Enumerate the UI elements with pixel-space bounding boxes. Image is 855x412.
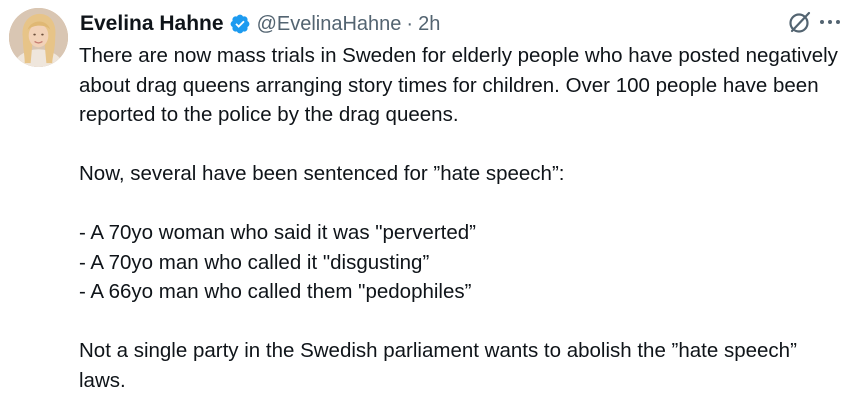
avatar-image: [9, 8, 68, 67]
separator-dot: ·: [406, 12, 414, 35]
tweet-body: There are now mass trials in Sweden for …: [79, 41, 839, 395]
tweet-paragraph-3: Not a single party in the Swedish parlia…: [79, 339, 797, 392]
list-item: - A 66yo man who called them "pedophiles…: [79, 280, 472, 303]
more-options-icon[interactable]: [815, 8, 845, 36]
author-handle[interactable]: @EvelinaHahne: [257, 13, 402, 36]
timestamp[interactable]: 2h: [418, 13, 440, 36]
avatar[interactable]: [9, 8, 68, 67]
tweet-paragraph-1: There are now mass trials in Sweden for …: [79, 44, 838, 126]
tweet: Evelina Hahne @EvelinaHahne · 2h There a…: [0, 0, 855, 412]
verified-badge-icon[interactable]: [229, 13, 251, 35]
tweet-paragraph-2: Now, several have been sentenced for ”ha…: [79, 162, 565, 185]
list-item: - A 70yo woman who said it was "perverte…: [79, 221, 476, 244]
author-name[interactable]: Evelina Hahne: [80, 12, 224, 36]
grok-icon[interactable]: [786, 8, 814, 36]
tweet-header: Evelina Hahne @EvelinaHahne · 2h: [80, 10, 440, 38]
list-item: - A 70yo man who called it "disgusting”: [79, 250, 430, 274]
